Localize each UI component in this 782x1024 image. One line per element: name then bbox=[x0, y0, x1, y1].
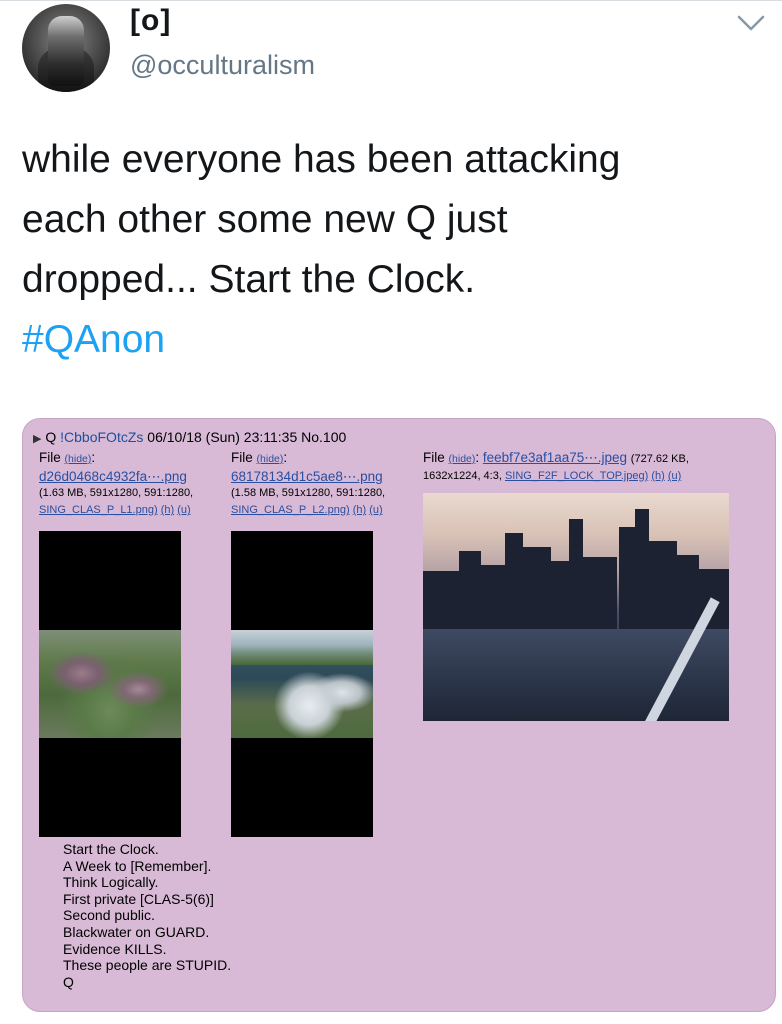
file-meta: (1.63 MB, 591x1280, 591:1280, bbox=[39, 487, 194, 499]
file-name-link[interactable]: 68178134d1c5ae8⋯.png bbox=[231, 469, 383, 484]
tweet-text-line: while everyone has been attacking bbox=[22, 138, 621, 181]
file-meta: (1.58 MB, 591x1280, 591:1280, bbox=[231, 487, 386, 499]
thumbnail-image-2[interactable] bbox=[231, 531, 373, 837]
post-date: 06/10/18 (Sun) 23:11:35 bbox=[147, 429, 298, 445]
tweet-text-line: each other some new Q just bbox=[22, 198, 508, 241]
post-body-line: Start the Clock. bbox=[63, 841, 159, 857]
file-label: File bbox=[39, 450, 61, 465]
building bbox=[677, 555, 699, 631]
thumbnail-image-1[interactable] bbox=[39, 531, 181, 837]
building bbox=[423, 571, 463, 631]
original-filename[interactable]: SING_CLAS_P_L2.png) bbox=[231, 504, 350, 516]
u-link[interactable]: (u) bbox=[177, 504, 190, 516]
file-info-1: File (hide): d26d0468c4932fa⋯.png (1.63 … bbox=[39, 450, 194, 516]
building bbox=[549, 561, 569, 631]
file-label: File bbox=[231, 450, 253, 465]
aerial-photo bbox=[39, 630, 181, 738]
avatar-figure bbox=[48, 16, 84, 86]
building bbox=[583, 557, 617, 631]
h-link[interactable]: (h) bbox=[161, 504, 174, 516]
file-info-3: File (hide): feebf7e3af1aa75⋯.jpeg (727.… bbox=[423, 450, 689, 482]
post-body-line: Think Logically. bbox=[63, 874, 159, 891]
building bbox=[521, 547, 551, 631]
user-handle[interactable]: @occulturalism bbox=[130, 50, 315, 81]
building bbox=[479, 565, 507, 631]
building bbox=[569, 519, 583, 631]
embedded-post-image[interactable]: ▶ Q !CbboFOtcZs 06/10/18 (Sun) 23:11:35 … bbox=[22, 418, 776, 1012]
post-body-line: Second public. bbox=[63, 907, 155, 924]
top-divider bbox=[0, 0, 782, 1]
h-link[interactable]: (h) bbox=[353, 504, 366, 516]
file-meta: 1632x1224, 4:3, bbox=[423, 470, 502, 482]
chevron-down-icon[interactable] bbox=[736, 12, 766, 34]
post-header: ▶ Q !CbboFOtcZs 06/10/18 (Sun) 23:11:35 … bbox=[33, 429, 346, 445]
post-body-line: Evidence KILLS. bbox=[63, 940, 167, 957]
avatar[interactable] bbox=[22, 4, 110, 92]
file-size: (727.62 KB, bbox=[630, 453, 689, 465]
building bbox=[619, 527, 635, 631]
hide-link[interactable]: (hide) bbox=[449, 453, 476, 465]
poster-name: Q bbox=[45, 429, 57, 445]
hashtag-link[interactable]: #QAnon bbox=[22, 310, 762, 370]
tweet-text-line: dropped... Start the Clock. bbox=[22, 258, 476, 301]
building bbox=[649, 541, 677, 631]
expand-triangle-icon[interactable]: ▶ bbox=[33, 433, 41, 445]
post-body: Start the Clock. A Week to [Remember]. T… bbox=[63, 841, 231, 990]
thumbnail-image-3[interactable] bbox=[423, 493, 729, 721]
file-name-link[interactable]: d26d0468c4932fa⋯.png bbox=[39, 469, 187, 484]
h-link[interactable]: (h) bbox=[651, 470, 664, 482]
building bbox=[459, 551, 481, 631]
file-name-link[interactable]: feebf7e3af1aa75⋯.jpeg bbox=[483, 450, 627, 465]
building bbox=[635, 509, 649, 631]
u-link[interactable]: (u) bbox=[369, 504, 382, 516]
tweet-text: while everyone has been attacking each o… bbox=[22, 130, 762, 370]
post-body-line: First private [CLAS-5(6)] bbox=[63, 890, 214, 907]
post-body-line: These people are STUPID. bbox=[63, 957, 232, 974]
post-body-line: A Week to [Remember]. bbox=[63, 857, 212, 874]
post-body-line: Q bbox=[63, 973, 74, 990]
post-number[interactable]: No.100 bbox=[301, 429, 346, 445]
display-name[interactable]: [o] bbox=[130, 4, 171, 38]
original-filename[interactable]: SING_CLAS_P_L1.png) bbox=[39, 504, 158, 516]
file-label: File bbox=[423, 450, 445, 465]
file-info-2: File (hide): 68178134d1c5ae8⋯.png (1.58 … bbox=[231, 450, 386, 516]
u-link[interactable]: (u) bbox=[668, 470, 681, 482]
bay-water bbox=[423, 629, 729, 721]
hide-link[interactable]: (hide) bbox=[257, 453, 284, 465]
tripcode: !CbboFOtcZs bbox=[60, 429, 144, 445]
aerial-photo bbox=[231, 630, 373, 738]
original-filename[interactable]: SING_F2F_LOCK_TOP.jpeg) bbox=[505, 470, 648, 482]
post-body-line: Blackwater on GUARD. bbox=[63, 923, 210, 940]
hide-link[interactable]: (hide) bbox=[65, 453, 92, 465]
